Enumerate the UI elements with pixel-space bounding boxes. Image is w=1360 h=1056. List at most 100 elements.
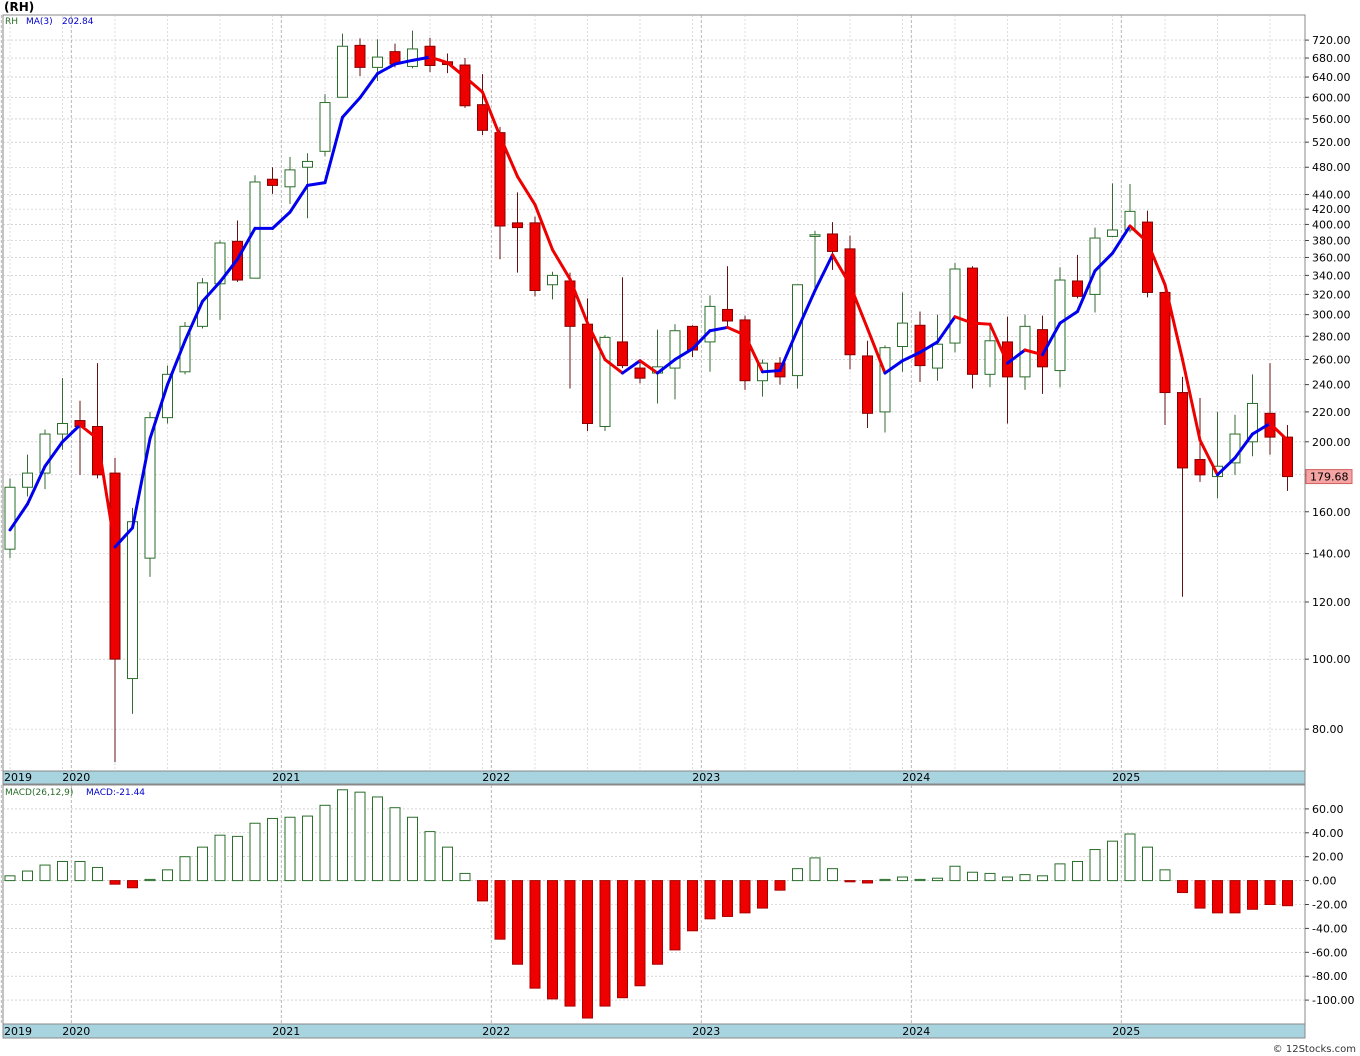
candle-body xyxy=(949,268,961,344)
macd-bar xyxy=(897,876,908,882)
year-label: 2022 xyxy=(482,1025,510,1038)
candle-body xyxy=(617,341,628,367)
year-label: 2023 xyxy=(692,771,720,784)
candle-body xyxy=(459,64,471,107)
macd-bar xyxy=(22,870,33,882)
candle-body xyxy=(1142,221,1153,293)
macd-bar xyxy=(512,880,523,965)
macd-bar xyxy=(704,880,716,920)
last-price-marker: 179.68 xyxy=(1305,469,1353,485)
year-label: 2019 xyxy=(4,771,32,784)
macd-bar xyxy=(687,880,698,932)
macd-tick-label: 60.00 xyxy=(1312,803,1344,816)
candle-body xyxy=(337,45,348,98)
macd-bar xyxy=(564,880,576,1007)
macd-bar xyxy=(249,822,261,882)
macd-bar xyxy=(809,857,821,882)
candle-body xyxy=(897,322,908,348)
price-tick-label: 240.00 xyxy=(1312,379,1351,392)
macd-tick-label: 0.00 xyxy=(1312,875,1337,888)
price-tick-label: 520.00 xyxy=(1312,136,1351,149)
macd-tick-label: 40.00 xyxy=(1312,827,1344,840)
macd-tick-label: -40.00 xyxy=(1312,922,1347,935)
macd-bar xyxy=(162,869,173,882)
macd-bar xyxy=(1089,849,1101,882)
macd-bar xyxy=(1194,880,1206,909)
price-tick-label: 400.00 xyxy=(1312,218,1351,231)
price-tick-label: 160.00 xyxy=(1312,506,1351,519)
macd-tick-label: -20.00 xyxy=(1312,899,1347,912)
candle-body xyxy=(984,340,996,375)
macd-bar xyxy=(372,796,383,882)
macd-bar xyxy=(477,880,488,902)
candle-body xyxy=(582,323,593,425)
macd-bar xyxy=(109,880,121,885)
macd-bar xyxy=(74,860,86,882)
year-label: 2021 xyxy=(272,771,300,784)
macd-bar xyxy=(424,831,436,882)
price-tick-label: 680.00 xyxy=(1312,52,1351,65)
candle-body xyxy=(1159,291,1171,394)
year-label: 2025 xyxy=(1112,771,1140,784)
macd-bar xyxy=(827,868,838,882)
macd-legend-value: MACD:-21.44 xyxy=(86,788,145,798)
macd-bar xyxy=(949,865,961,882)
price-tick-label: 360.00 xyxy=(1312,251,1351,264)
macd-bar xyxy=(669,880,681,951)
macd-bar xyxy=(652,880,663,965)
year-band-bottom xyxy=(2,1023,1306,1039)
legend-ma-label: MA(3) xyxy=(26,17,53,27)
year-label: 2020 xyxy=(62,771,90,784)
footer-credit: © 12Stocks.com xyxy=(1273,1044,1356,1055)
candle-body xyxy=(4,486,16,550)
macd-bar xyxy=(407,816,418,882)
macd-bar xyxy=(862,880,873,884)
macd-bar xyxy=(1142,846,1153,882)
candle-body xyxy=(319,102,331,152)
macd-bar xyxy=(1019,874,1031,882)
macd-bar xyxy=(179,856,191,882)
year-label: 2019 xyxy=(4,1025,32,1038)
macd-bar xyxy=(1002,876,1013,882)
price-tick-label: 320.00 xyxy=(1312,288,1351,301)
macd-bar xyxy=(547,880,558,1000)
macd-bar xyxy=(914,878,926,882)
price-tick-label: 480.00 xyxy=(1312,161,1351,174)
year-label: 2025 xyxy=(1112,1025,1140,1038)
candle-body xyxy=(914,324,926,367)
price-tick-label: 560.00 xyxy=(1312,113,1351,126)
price-tick-label: 80.00 xyxy=(1312,723,1344,736)
macd-bar xyxy=(1229,880,1241,914)
price-tick-label: 440.00 xyxy=(1312,189,1351,202)
macd-bar xyxy=(1107,840,1118,882)
candle-body xyxy=(372,56,383,68)
macd-bar xyxy=(1264,880,1276,905)
macd-bar xyxy=(127,880,138,889)
ma3-segment xyxy=(971,321,992,326)
candle-body xyxy=(267,178,278,186)
macd-bar xyxy=(4,875,16,882)
price-tick-label: 600.00 xyxy=(1312,91,1351,104)
price-tick-label: 200.00 xyxy=(1312,436,1351,449)
price-tick-label: 380.00 xyxy=(1312,235,1351,248)
candle-body xyxy=(932,343,943,369)
legend-symbol: RH xyxy=(5,17,18,27)
macd-bar xyxy=(39,864,51,882)
macd-bar xyxy=(389,807,401,882)
macd-bar xyxy=(967,871,978,882)
candle-body xyxy=(354,44,366,68)
macd-bar xyxy=(494,880,506,940)
macd-tick-label: -80.00 xyxy=(1312,970,1347,983)
year-label: 2021 xyxy=(272,1025,300,1038)
macd-bar xyxy=(267,817,278,882)
last-price-label: 179.68 xyxy=(1310,471,1349,484)
macd-bar xyxy=(1247,880,1258,910)
macd-bar xyxy=(92,866,103,882)
candle-body xyxy=(57,423,68,435)
candle-body xyxy=(739,319,751,382)
candle-body xyxy=(1177,392,1188,469)
year-label: 2024 xyxy=(902,771,930,784)
macd-bar xyxy=(984,872,996,882)
year-label: 2020 xyxy=(62,1025,90,1038)
candle-body xyxy=(512,222,523,229)
